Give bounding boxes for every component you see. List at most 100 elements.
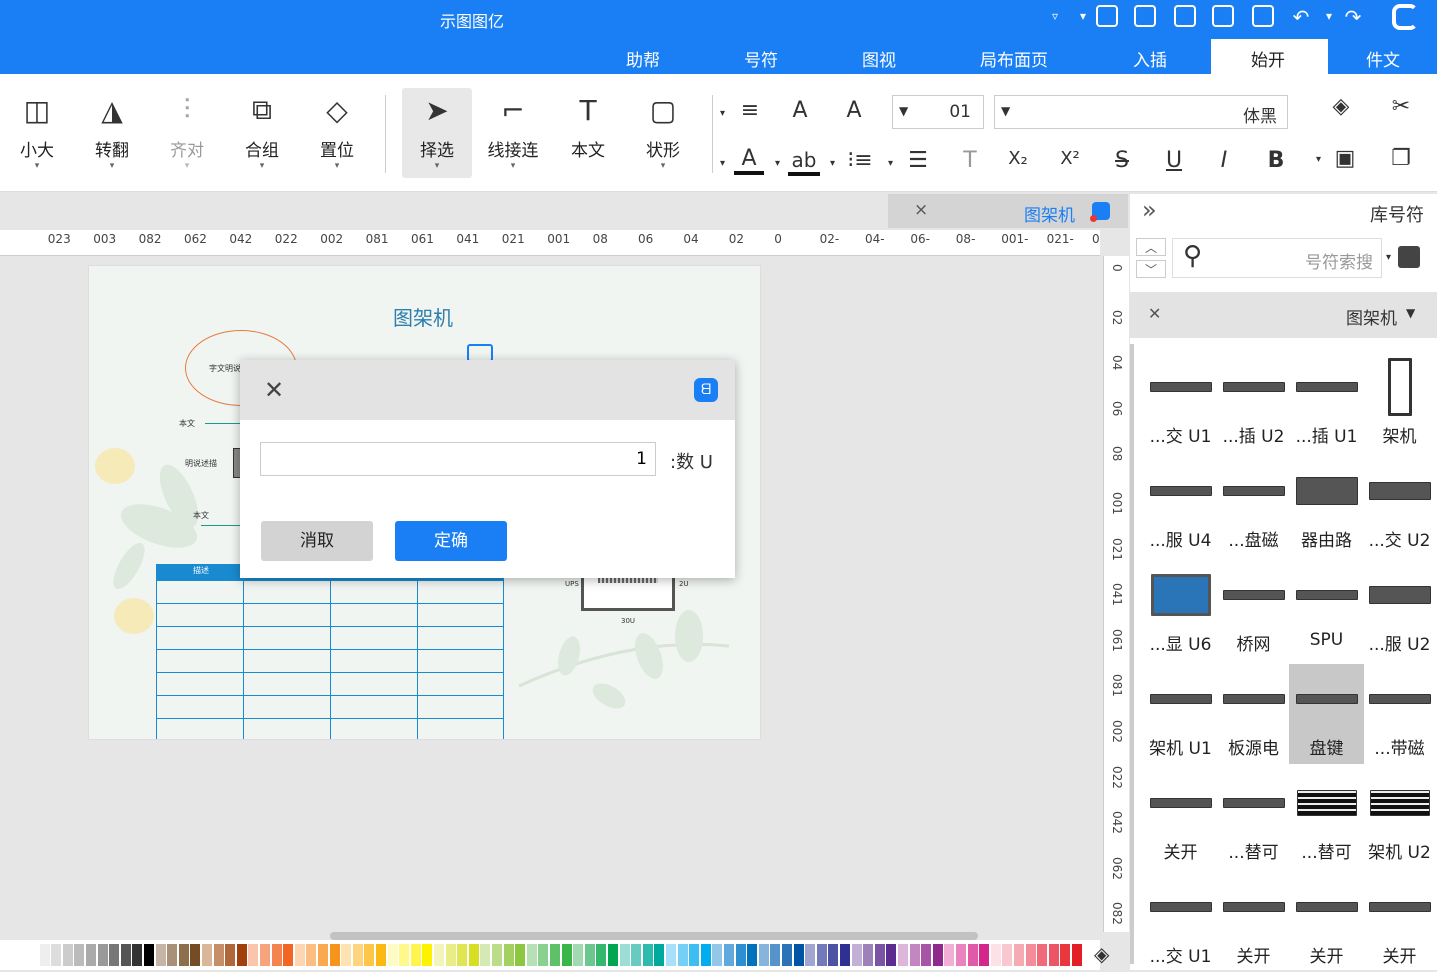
connector-line[interactable]	[205, 423, 245, 424]
save-icon[interactable]	[1174, 5, 1196, 27]
close-icon[interactable]: ✕	[264, 376, 284, 404]
color-swatch[interactable]	[74, 944, 85, 966]
position-button[interactable]: ◇ 位置 ▾	[302, 88, 372, 178]
color-swatch[interactable]	[700, 944, 711, 966]
color-swatch[interactable]	[213, 944, 224, 966]
color-swatch[interactable]	[120, 944, 131, 966]
color-swatch[interactable]	[294, 944, 305, 966]
color-swatch[interactable]	[329, 944, 340, 966]
color-swatch[interactable]	[445, 944, 456, 966]
symbol-item[interactable]: 1U 机架	[1143, 664, 1218, 764]
color-swatch[interactable]	[967, 944, 978, 966]
color-swatch[interactable]	[816, 944, 827, 966]
color-swatch[interactable]	[550, 944, 560, 966]
font-color-dropdown-icon[interactable]: ▾	[720, 158, 725, 169]
superscript-icon[interactable]: X²	[1052, 148, 1088, 169]
tab-help[interactable]: 帮助	[626, 46, 660, 71]
bold-icon[interactable]: B	[1262, 148, 1290, 173]
canvas-table[interactable]: 描述	[156, 564, 504, 739]
color-swatch[interactable]	[28, 944, 38, 966]
symbol-item[interactable]: 可替...	[1289, 768, 1364, 868]
u-count-input[interactable]	[260, 442, 656, 476]
color-swatch[interactable]	[387, 944, 398, 966]
list-icon[interactable]: ⁝≡	[846, 148, 874, 173]
color-swatch[interactable]	[944, 944, 955, 966]
list-dropdown-icon[interactable]: ▾	[830, 158, 835, 169]
subscript-icon[interactable]: X₂	[1000, 148, 1036, 169]
canvas-text-label[interactable]: 文本	[179, 418, 195, 429]
align-dropdown-icon[interactable]: ▾	[720, 108, 725, 119]
color-swatch[interactable]	[898, 944, 908, 966]
new-icon[interactable]	[1252, 5, 1274, 27]
color-swatch[interactable]	[1025, 944, 1036, 966]
color-swatch[interactable]	[434, 944, 444, 966]
sidebar-scrollbar[interactable]	[1130, 344, 1134, 964]
font-grow-icon[interactable]: A	[840, 98, 868, 123]
color-swatch[interactable]	[932, 944, 943, 966]
undo-dropdown-icon[interactable]: ▾	[1326, 9, 1332, 23]
symbol-item[interactable]: 电源板	[1216, 664, 1291, 764]
color-swatch[interactable]	[782, 944, 792, 966]
underline-icon[interactable]: U	[1160, 148, 1188, 173]
align-icon[interactable]: ≡	[736, 98, 764, 123]
symbol-item[interactable]: 开关	[1143, 768, 1218, 868]
tab-view[interactable]: 视图	[862, 46, 896, 71]
color-swatch[interactable]	[1048, 944, 1059, 966]
redo-icon[interactable]: ↷	[1342, 5, 1364, 29]
scroll-up-button[interactable]: ︿	[1136, 238, 1166, 256]
symbol-item[interactable]: 2U 服...	[1362, 560, 1437, 660]
server-label[interactable]: 描述说明	[185, 458, 217, 469]
select-button[interactable]: ➤ 选择 ▾	[402, 88, 472, 178]
color-swatch[interactable]	[712, 944, 723, 966]
font-color-icon[interactable]: A	[734, 146, 764, 175]
color-swatch[interactable]	[631, 944, 642, 966]
color-swatch[interactable]	[167, 944, 178, 966]
color-swatch[interactable]	[260, 944, 270, 966]
color-swatch[interactable]	[874, 944, 885, 966]
cancel-button[interactable]: 取消	[261, 521, 373, 561]
color-swatch[interactable]	[654, 944, 665, 966]
color-swatch[interactable]	[851, 944, 862, 966]
tab-file[interactable]: 文件	[1366, 46, 1400, 71]
color-swatch[interactable]	[677, 944, 688, 966]
color-swatch[interactable]	[909, 944, 920, 966]
color-swatch[interactable]	[399, 944, 410, 966]
horizontal-scrollbar[interactable]	[330, 932, 978, 940]
color-swatch[interactable]	[376, 944, 386, 966]
color-swatch[interactable]	[770, 944, 781, 966]
color-swatch[interactable]	[1002, 944, 1013, 966]
export-dropdown-icon[interactable]: ▾	[1080, 9, 1086, 23]
color-swatch[interactable]	[468, 944, 479, 966]
color-swatch[interactable]	[422, 944, 433, 966]
color-swatch[interactable]	[410, 944, 421, 966]
color-swatch[interactable]	[306, 944, 317, 966]
color-swatch[interactable]	[480, 944, 491, 966]
font-size-select[interactable]: 10 ▼	[892, 95, 984, 129]
symbol-item[interactable]: 1U 插...	[1289, 352, 1364, 452]
color-swatch[interactable]	[503, 944, 514, 966]
connector-line[interactable]	[201, 525, 241, 526]
print-icon[interactable]	[1134, 5, 1156, 27]
color-swatch[interactable]	[364, 944, 375, 966]
group-button[interactable]: ⧉ 组合 ▾	[227, 88, 297, 178]
color-swatch[interactable]	[86, 944, 96, 966]
fill-bucket-icon[interactable]: ◈	[1094, 942, 1109, 966]
color-swatch[interactable]	[202, 944, 212, 966]
color-swatch[interactable]	[584, 944, 595, 966]
color-swatch[interactable]	[793, 944, 804, 966]
color-swatch[interactable]	[526, 944, 537, 966]
color-swatch[interactable]	[642, 944, 653, 966]
symbol-item[interactable]: 2U 交...	[1362, 456, 1437, 556]
symbol-item[interactable]: 2U 插...	[1216, 352, 1291, 452]
canvas-text-label-2[interactable]: 文本	[193, 510, 209, 521]
library-menu-icon[interactable]	[1398, 246, 1420, 268]
color-swatch[interactable]	[840, 944, 850, 966]
color-swatch[interactable]	[190, 944, 201, 966]
color-swatch[interactable]	[538, 944, 549, 966]
cut-icon[interactable]: ✂	[1386, 94, 1416, 119]
symbol-item[interactable]: 2U 机架	[1362, 768, 1437, 868]
color-swatch[interactable]	[724, 944, 734, 966]
text-t-icon[interactable]: T	[956, 148, 984, 173]
color-swatch[interactable]	[51, 944, 62, 966]
symbol-item[interactable]: 磁带...	[1362, 664, 1437, 764]
